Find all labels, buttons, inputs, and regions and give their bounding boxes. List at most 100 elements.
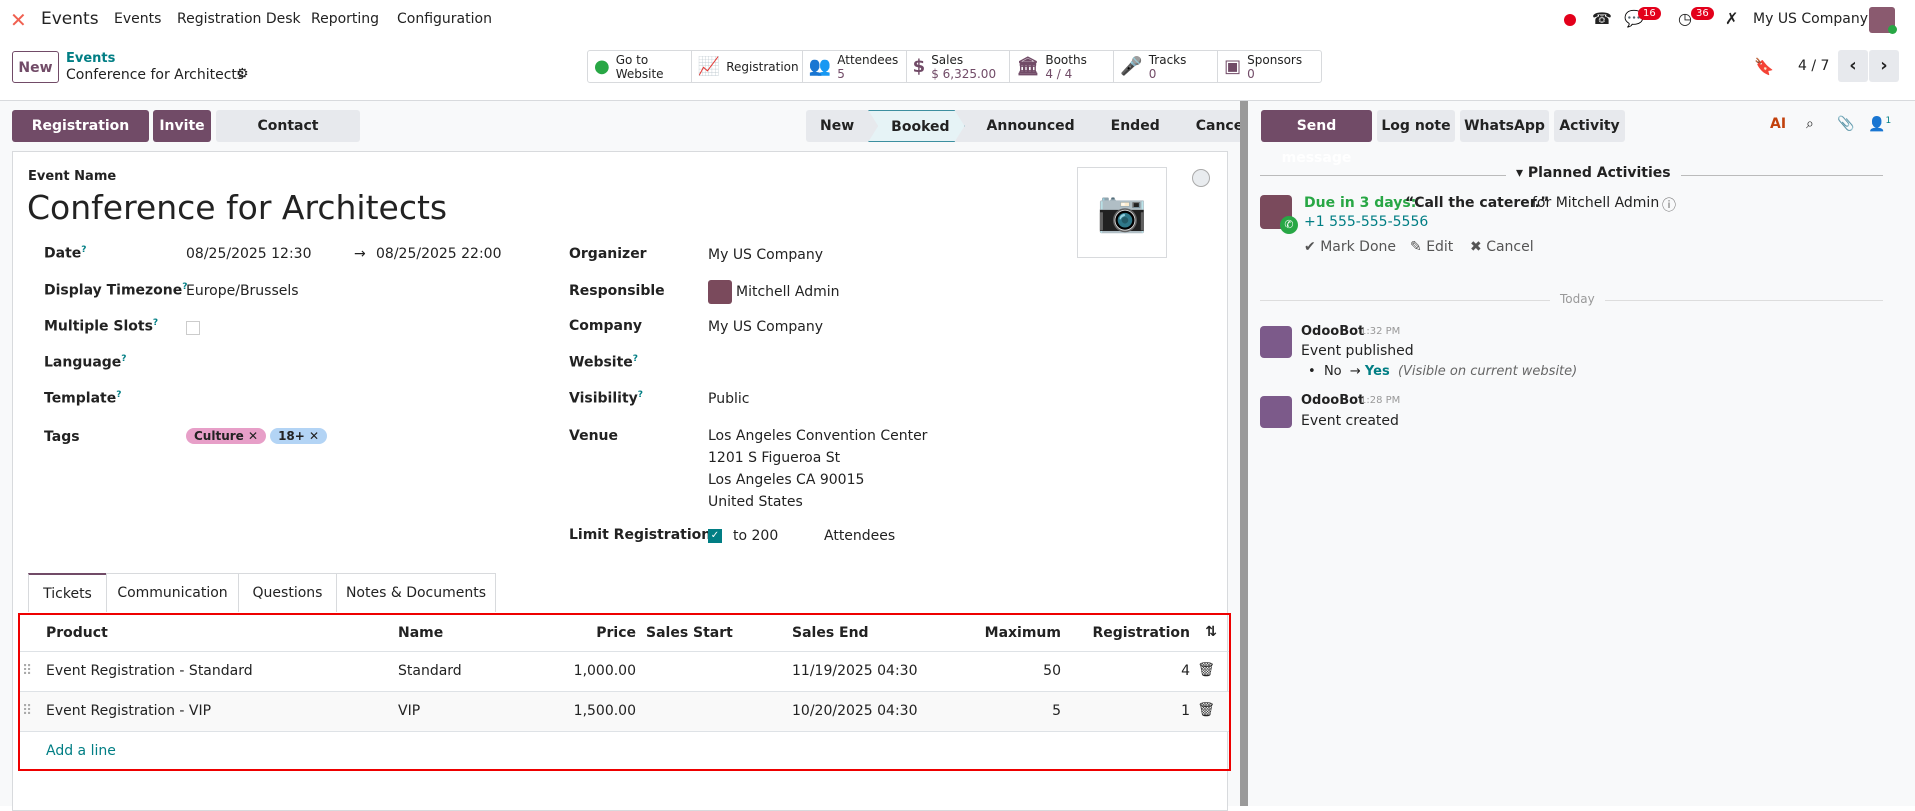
registration-desk-button[interactable]: Registration Desk bbox=[12, 110, 149, 166]
pager-next-button[interactable]: › bbox=[1869, 50, 1899, 82]
cell-price[interactable]: 1,000.00 bbox=[574, 663, 636, 679]
app-name[interactable]: Events bbox=[41, 9, 99, 29]
planned-activities-toggle[interactable]: ▾ Planned Activities bbox=[1506, 165, 1681, 181]
status-new[interactable]: New bbox=[806, 110, 868, 142]
breadcrumb-events[interactable]: Events bbox=[66, 51, 115, 66]
responsible-input[interactable]: Mitchell Admin bbox=[736, 284, 840, 300]
cell-sales-end[interactable]: 10/20/2025 04:30 bbox=[792, 703, 918, 719]
help-icon[interactable]: ? bbox=[116, 390, 121, 400]
status-ended[interactable]: Ended bbox=[1089, 110, 1174, 142]
sales-button[interactable]: $ Sales $ 6,325.00 bbox=[907, 51, 1011, 82]
app-logo-icon[interactable]: ✕ bbox=[10, 8, 27, 32]
venue-line[interactable]: Los Angeles Convention Center bbox=[708, 428, 927, 444]
column-maximum[interactable]: Maximum bbox=[985, 625, 1061, 641]
activity-phone[interactable]: +1 555-555-5556 bbox=[1304, 214, 1428, 230]
cell-sales-end[interactable]: 11/19/2025 04:30 bbox=[792, 663, 918, 679]
organizer-input[interactable]: My US Company bbox=[708, 247, 823, 263]
menu-registration-desk[interactable]: Registration Desk bbox=[177, 11, 301, 27]
bookmark-icon[interactable]: 🔖 bbox=[1754, 57, 1774, 76]
mark-done-button[interactable]: ✔ Mark Done bbox=[1304, 239, 1396, 255]
cell-maximum[interactable]: 50 bbox=[1043, 663, 1061, 679]
camera-plus-icon[interactable]: 📷 bbox=[1077, 167, 1167, 258]
contact-attendees-button[interactable]: Contact Attendees bbox=[216, 110, 360, 166]
menu-reporting[interactable]: Reporting bbox=[311, 11, 379, 27]
add-line-link[interactable]: Add a line bbox=[46, 743, 116, 759]
attendees-button[interactable]: 👥 Attendees 5 bbox=[803, 51, 907, 82]
tab-notes-documents[interactable]: Notes & Documents bbox=[336, 573, 496, 612]
phone-icon[interactable]: ☎ bbox=[1592, 9, 1612, 28]
edit-activity-button[interactable]: ✎ Edit bbox=[1410, 239, 1453, 255]
tab-tickets[interactable]: Tickets bbox=[28, 573, 107, 612]
cell-product[interactable]: Event Registration - VIP bbox=[46, 703, 211, 719]
gear-icon[interactable]: ⚙ bbox=[236, 66, 249, 82]
cancel-activity-button[interactable]: ✖ Cancel bbox=[1470, 239, 1534, 255]
multiple-slots-checkbox[interactable] bbox=[186, 321, 200, 335]
date-end-input[interactable]: 08/25/2025 22:00 bbox=[376, 246, 502, 262]
column-name[interactable]: Name bbox=[398, 625, 443, 641]
clock-icon[interactable]: ◷ bbox=[1678, 9, 1692, 28]
event-name-input[interactable]: Conference for Architects bbox=[27, 188, 447, 227]
pager-previous-button[interactable]: ‹ bbox=[1838, 50, 1868, 82]
help-icon[interactable]: ? bbox=[633, 354, 638, 364]
column-product[interactable]: Product bbox=[46, 625, 108, 641]
menu-events[interactable]: Events bbox=[114, 11, 161, 27]
tag-culture[interactable]: Culture ✕ bbox=[186, 428, 267, 444]
table-row[interactable]: ⠿ Event Registration - VIP VIP 1,500.00 … bbox=[20, 691, 1229, 731]
help-icon[interactable]: ? bbox=[638, 390, 643, 400]
search-icon[interactable]: ⌕ bbox=[1806, 116, 1814, 132]
table-row[interactable]: ⠿ Event Registration - Standard Standard… bbox=[20, 651, 1229, 691]
column-sales-start[interactable]: Sales Start bbox=[646, 625, 733, 641]
company-input[interactable]: My US Company bbox=[708, 319, 823, 335]
drag-handle-icon[interactable]: ⠿ bbox=[22, 663, 32, 679]
whatsapp-button[interactable]: WhatsApp bbox=[1460, 110, 1549, 142]
remove-tag-icon[interactable]: ✕ bbox=[248, 429, 258, 443]
trash-icon[interactable]: 🗑 bbox=[1197, 662, 1215, 678]
drag-handle-icon[interactable]: ⠿ bbox=[22, 703, 32, 719]
paperclip-icon[interactable]: 📎 bbox=[1837, 116, 1854, 132]
company-switcher[interactable]: My US Company bbox=[1753, 11, 1868, 27]
tracks-button[interactable]: 🎤 Tracks 0 bbox=[1114, 51, 1219, 82]
tab-questions[interactable]: Questions bbox=[238, 573, 337, 612]
cell-maximum[interactable]: 5 bbox=[1052, 703, 1061, 719]
tab-communication[interactable]: Communication bbox=[106, 573, 239, 612]
timezone-select[interactable]: Europe/Brussels bbox=[186, 283, 299, 299]
message-author[interactable]: OdooBot bbox=[1301, 393, 1364, 408]
help-icon[interactable]: ? bbox=[121, 354, 126, 364]
followers-icon[interactable]: 👤1 bbox=[1868, 116, 1891, 133]
trash-icon[interactable]: 🗑 bbox=[1197, 702, 1215, 718]
booths-button[interactable]: 🏛 Booths 4 / 4 bbox=[1010, 51, 1115, 82]
ai-icon[interactable]: AI bbox=[1770, 116, 1786, 132]
log-note-button[interactable]: Log note bbox=[1377, 110, 1455, 142]
tools-icon[interactable]: ✗ bbox=[1725, 9, 1738, 28]
cell-name[interactable]: VIP bbox=[398, 703, 420, 719]
registration-button[interactable]: 📈 Registration bbox=[692, 51, 803, 82]
new-button[interactable]: New bbox=[12, 51, 59, 83]
invite-button[interactable]: Invite bbox=[153, 110, 211, 142]
cell-product[interactable]: Event Registration - Standard bbox=[46, 663, 253, 679]
send-message-button[interactable]: Send message bbox=[1261, 110, 1372, 166]
limit-registrations-checkbox[interactable]: ✓ bbox=[708, 529, 722, 543]
visibility-select[interactable]: Public bbox=[708, 391, 749, 407]
menu-configuration[interactable]: Configuration bbox=[397, 11, 492, 27]
date-start-input[interactable]: 08/25/2025 12:30 bbox=[186, 246, 312, 262]
tag-18plus[interactable]: 18+ ✕ bbox=[270, 428, 328, 444]
column-price[interactable]: Price bbox=[596, 625, 636, 641]
pager-value[interactable]: 4 / 7 bbox=[1798, 58, 1829, 74]
seats-limit-input[interactable]: to 200 bbox=[733, 528, 778, 544]
cell-price[interactable]: 1,500.00 bbox=[574, 703, 636, 719]
status-announced[interactable]: Announced bbox=[965, 110, 1089, 142]
go-to-website-button[interactable]: ● Go to Website bbox=[588, 51, 692, 82]
column-registration[interactable]: Registration bbox=[1092, 625, 1190, 641]
info-icon[interactable]: ⓘ bbox=[1662, 195, 1676, 215]
help-icon[interactable]: ? bbox=[81, 245, 86, 255]
kanban-state-toggle[interactable] bbox=[1192, 169, 1210, 187]
optional-columns-icon[interactable]: ⇅ bbox=[1205, 624, 1217, 640]
remove-tag-icon[interactable]: ✕ bbox=[309, 429, 319, 443]
status-booked[interactable]: Booked bbox=[868, 110, 964, 142]
help-icon[interactable]: ? bbox=[153, 318, 158, 328]
activity-button[interactable]: Activity bbox=[1554, 110, 1625, 142]
sponsors-button[interactable]: ▣ Sponsors 0 bbox=[1218, 51, 1321, 82]
recording-indicator-icon[interactable] bbox=[1564, 14, 1576, 26]
cell-name[interactable]: Standard bbox=[398, 663, 462, 679]
column-sales-end[interactable]: Sales End bbox=[792, 625, 869, 641]
